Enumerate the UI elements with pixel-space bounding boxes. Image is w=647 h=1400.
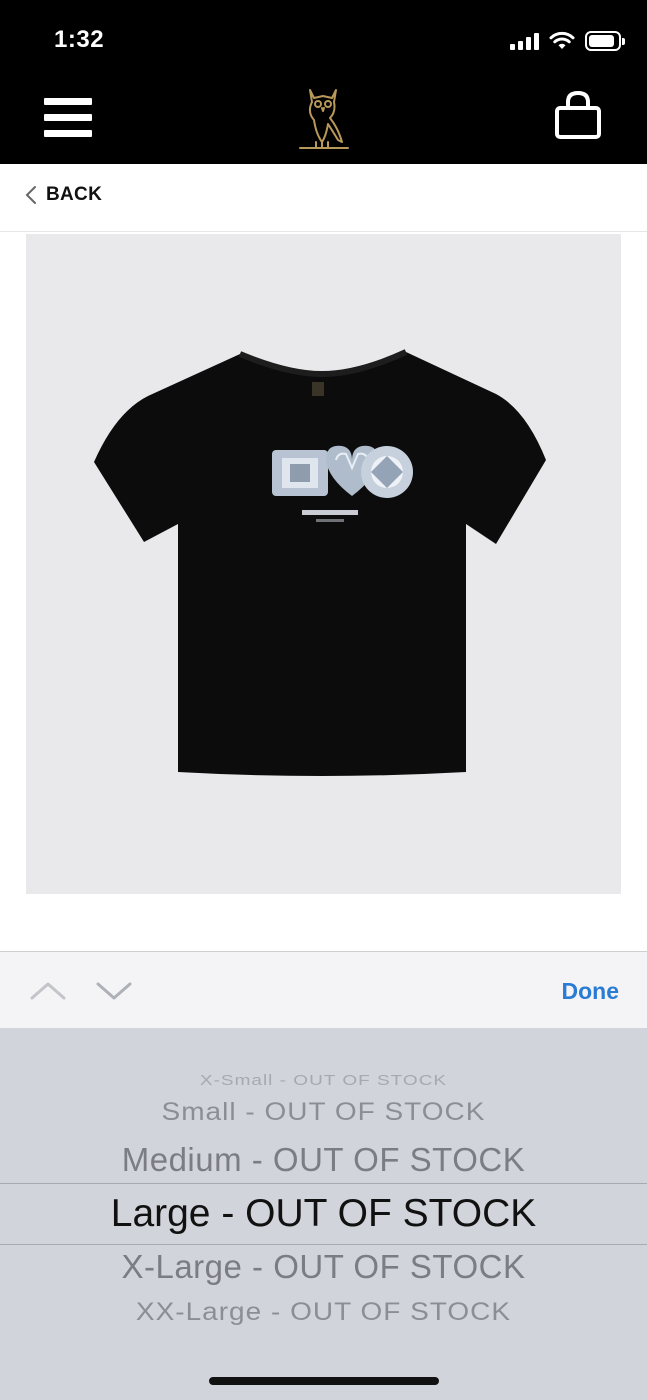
status-time: 1:32	[54, 26, 105, 53]
app-header: 1:32	[0, 0, 647, 164]
back-bar: BACK	[0, 164, 647, 232]
chevron-left-icon	[25, 186, 36, 204]
done-button[interactable]: Done	[562, 978, 620, 1005]
back-button[interactable]: BACK	[24, 184, 102, 206]
picker-option-medium[interactable]: Medium - OUT OF STOCK	[0, 1141, 647, 1179]
chevron-down-icon[interactable]	[94, 976, 134, 1006]
home-indicator	[209, 1377, 439, 1385]
picker-option-xx-large[interactable]: XX-Large - OUT OF STOCK	[0, 1298, 647, 1327]
hamburger-menu-icon[interactable]	[44, 98, 92, 138]
wifi-icon	[549, 31, 575, 49]
black-tshirt-image	[94, 349, 546, 776]
picker-option-x-large[interactable]: X-Large - OUT OF STOCK	[0, 1248, 647, 1286]
battery-icon	[585, 31, 625, 51]
status-icons	[510, 28, 625, 54]
owl-logo-icon[interactable]	[292, 84, 354, 154]
picker-option-x-small[interactable]: X-Small - OUT OF STOCK	[0, 1072, 647, 1089]
cellular-signal-icon	[510, 32, 539, 50]
picker-toolbar: Done	[0, 951, 647, 1028]
picker-option-large[interactable]: Large - OUT OF STOCK	[0, 1192, 647, 1236]
chevron-up-icon[interactable]	[28, 976, 68, 1006]
shopping-bag-icon[interactable]	[552, 90, 604, 140]
picker-option-small[interactable]: Small - OUT OF STOCK	[0, 1098, 647, 1127]
back-label: BACK	[46, 184, 103, 205]
size-picker-wheel[interactable]: X-Small - OUT OF STOCK Small - OUT OF ST…	[0, 1028, 647, 1400]
product-image[interactable]	[26, 234, 621, 894]
